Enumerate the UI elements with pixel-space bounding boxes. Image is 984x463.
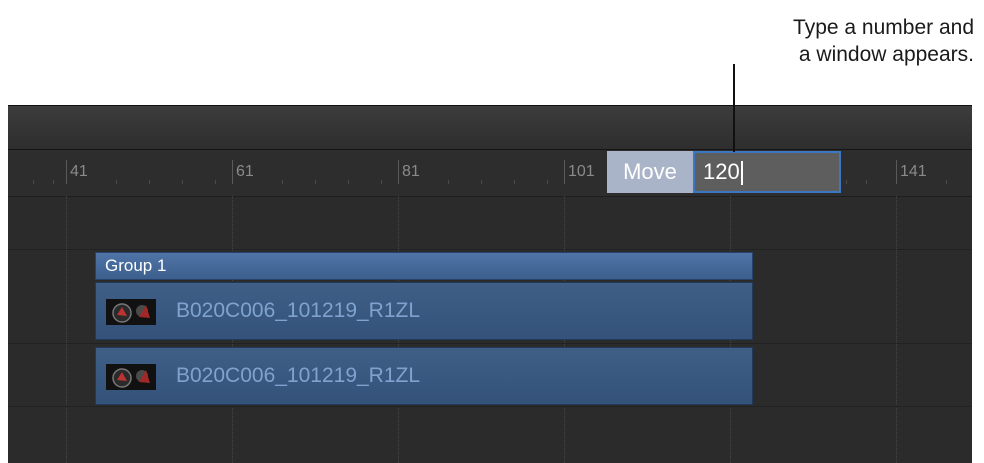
ruler-tick: [398, 160, 399, 184]
clip-name: B020C006_101219_R1ZL: [176, 364, 421, 387]
move-value-input[interactable]: 120: [693, 151, 841, 193]
grid-line: [896, 196, 897, 463]
annotation-callout: Type a number and a window appears.: [793, 14, 974, 68]
ruler-minor-tick: [846, 180, 847, 184]
ruler-minor-tick: [481, 180, 482, 184]
ruler-minor-tick: [149, 180, 150, 184]
clip-bar-2[interactable]: B020C006_101219_R1ZL: [95, 347, 753, 405]
ruler-label-81: 81: [402, 163, 420, 180]
ruler-minor-tick: [946, 180, 947, 184]
ruler-minor-tick: [33, 180, 34, 184]
track-divider: [8, 343, 972, 344]
video-thumbnail-icon: [106, 364, 156, 390]
group-track-bar[interactable]: Group 1: [95, 252, 753, 280]
ruler-minor-tick: [866, 180, 867, 184]
timeline-panel: 41 61 81 101 141 Group 1 B020C006_101219…: [8, 105, 972, 463]
ruler-minor-tick: [514, 180, 515, 184]
timeline-toolbar: [8, 106, 972, 150]
annotation-line-1: Type a number and: [793, 16, 974, 39]
video-thumbnail-icon: [106, 299, 156, 325]
track-divider: [8, 406, 972, 407]
ruler-minor-tick: [116, 180, 117, 184]
annotation-line-2: a window appears.: [798, 43, 974, 66]
clip-name: B020C006_101219_R1ZL: [176, 299, 421, 322]
ruler-minor-tick: [53, 180, 54, 184]
ruler-minor-tick: [182, 180, 183, 184]
clip-bar-1[interactable]: B020C006_101219_R1ZL: [95, 282, 753, 340]
text-caret: [740, 161, 743, 186]
ruler-minor-tick: [348, 180, 349, 184]
group-label: Group 1: [105, 256, 167, 275]
track-divider: [8, 249, 972, 250]
ruler-minor-tick: [315, 180, 316, 184]
ruler-tick: [564, 160, 565, 184]
ruler-tick: [232, 160, 233, 184]
ruler-minor-tick: [215, 180, 216, 184]
move-label: Move: [607, 151, 693, 193]
ruler-label-141: 141: [900, 163, 927, 180]
ruler-minor-tick: [282, 180, 283, 184]
ruler-label-101: 101: [568, 163, 595, 180]
ruler-tick: [66, 160, 67, 184]
ruler-minor-tick: [547, 180, 548, 184]
grid-line: [66, 196, 67, 463]
ruler-minor-tick: [381, 180, 382, 184]
move-value-text: 120: [703, 159, 740, 184]
ruler-label-61: 61: [236, 163, 254, 180]
move-value-window[interactable]: Move 120: [607, 151, 841, 193]
ruler-label-41: 41: [70, 163, 88, 180]
callout-leader-line: [733, 64, 735, 152]
ruler-tick: [896, 160, 897, 184]
ruler-minor-tick: [448, 180, 449, 184]
